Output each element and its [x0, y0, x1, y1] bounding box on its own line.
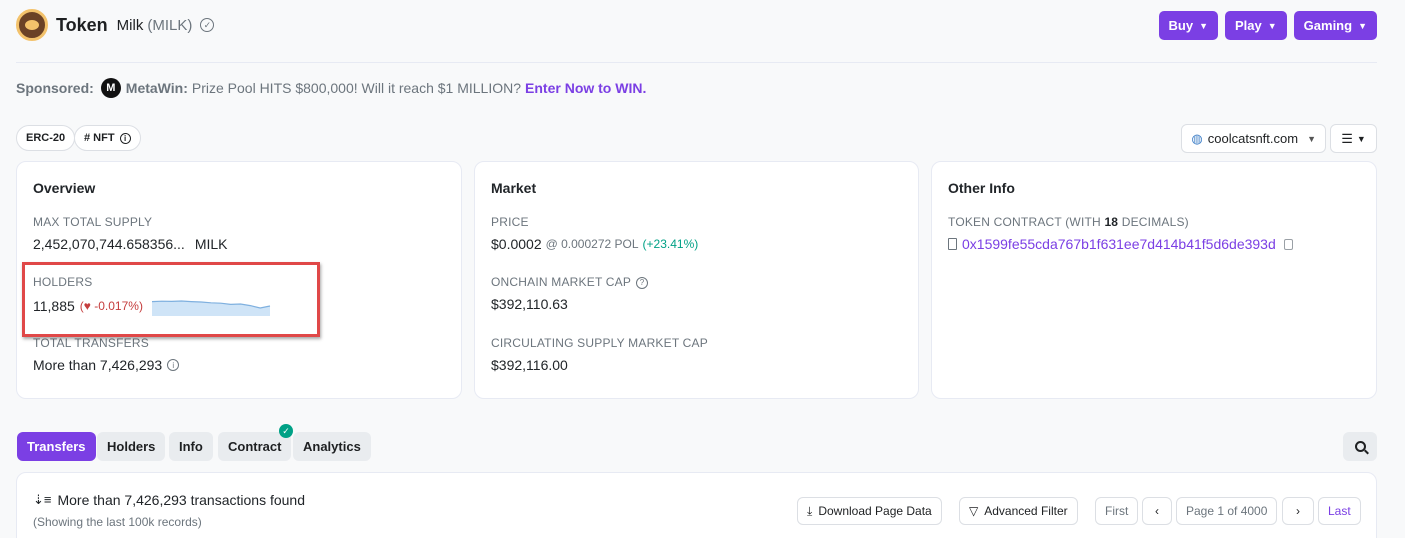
tab-holders[interactable]: Holders [97, 432, 166, 461]
contract-label: TOKEN CONTRACT (WITH 18 DECIMALS) [948, 215, 1189, 229]
last-page-button[interactable]: Last [1318, 497, 1361, 525]
price-value: $0.0002 @ 0.000272 POL (+23.41%) [491, 236, 699, 252]
sort-desc-icon: ⇣≡ [33, 492, 52, 507]
search-button[interactable] [1343, 432, 1377, 461]
market-title: Market [491, 180, 537, 196]
verified-check-icon[interactable]: ✓ [200, 18, 215, 32]
chevron-down-icon: ▼ [1307, 133, 1316, 144]
price-change: (+23.41%) [642, 237, 699, 251]
mcap-label: ONCHAIN MARKET CAP? [491, 275, 649, 289]
page-indicator: Page 1 of 4000 [1176, 497, 1278, 525]
chevron-down-icon: ▼ [1358, 20, 1367, 31]
token-symbol: (MILK) [147, 16, 193, 34]
sponsored-text: Prize Pool HITS $800,000! Will it reach … [191, 80, 522, 96]
top-actions: Buy ▼ Play ▼ Gaming ▼ [1158, 11, 1377, 40]
price-label: PRICE [491, 215, 529, 229]
next-page-button[interactable]: › [1282, 497, 1314, 525]
transactions-subtext: (Showing the last 100k records) [33, 515, 202, 529]
info-icon: i [119, 132, 131, 144]
erc20-chip[interactable]: ERC-20 [16, 125, 76, 151]
chevron-down-icon: ▼ [1356, 133, 1366, 144]
market-card: Market PRICE $0.0002 @ 0.000272 POL (+23… [474, 161, 919, 399]
prev-page-button[interactable]: ‹ [1142, 497, 1172, 525]
page-title: Token [56, 14, 108, 35]
sponsored-label: Sponsored: [16, 80, 94, 96]
info-icon[interactable]: i [167, 359, 180, 371]
nft-chip[interactable]: # NFT i [74, 125, 141, 151]
transfers-value: More than 7,426,293 i [33, 357, 180, 373]
copy-icon[interactable] [1283, 238, 1293, 250]
contract-address-row: 0x1599fe55cda767b1f631ee7d414b41f5d6de39… [948, 236, 1293, 252]
overview-title: Overview [33, 180, 96, 196]
search-icon [1354, 441, 1366, 452]
chevron-right-icon: › [1296, 504, 1300, 518]
tab-analytics[interactable]: Analytics [293, 432, 371, 461]
token-name: Milk [116, 16, 144, 34]
advanced-filter-button[interactable]: ▽ Advanced Filter [959, 497, 1078, 525]
sponsored-banner: Sponsored: M MetaWin: Prize Pool HITS $8… [16, 78, 646, 98]
transactions-count: ⇣≡ More than 7,426,293 transactions foun… [33, 492, 305, 508]
mcap-value: $392,110.63 [491, 296, 568, 312]
token-logo-icon [16, 9, 48, 41]
tab-transfers[interactable]: Transfers [17, 432, 96, 461]
filter-icon: ▽ [969, 504, 979, 518]
transactions-card: ⇣≡ More than 7,426,293 transactions foun… [16, 472, 1377, 538]
verified-check-icon: ✓ [279, 424, 293, 438]
tab-info[interactable]: Info [169, 432, 213, 461]
metawin-logo-icon: M [100, 78, 121, 98]
sponsor-name: MetaWin: [125, 80, 188, 96]
download-page-data-button[interactable]: ⤓ Download Page Data [797, 497, 942, 525]
transfers-label: TOTAL TRANSFERS [33, 336, 149, 350]
highlight-box [22, 262, 320, 337]
checklist-icon: ☰ [1341, 130, 1353, 146]
gaming-button[interactable]: Gaming ▼ [1293, 11, 1377, 40]
circ-mcap-label: CIRCULATING SUPPLY MARKET CAP [491, 336, 708, 350]
other-info-card: Other Info TOKEN CONTRACT (WITH 18 DECIM… [931, 161, 1377, 399]
contract-address-link[interactable]: 0x1599fe55cda767b1f631ee7d414b41f5d6de39… [962, 236, 1276, 252]
sponsored-link[interactable]: Enter Now to WIN. [525, 80, 646, 96]
first-page-button[interactable]: First [1095, 497, 1139, 525]
price-pol: @ 0.000272 POL [545, 237, 639, 251]
page-header: Token Milk (MILK) ✓ [16, 9, 215, 41]
tab-contract[interactable]: Contract [218, 432, 292, 461]
view-options-dropdown[interactable]: ☰ ▼ [1330, 124, 1377, 153]
chevron-left-icon: ‹ [1155, 504, 1159, 518]
max-supply-label: MAX TOTAL SUPPLY [33, 215, 153, 229]
chevron-down-icon: ▼ [1267, 20, 1277, 31]
divider [16, 62, 1377, 63]
buy-button[interactable]: Buy ▼ [1158, 11, 1218, 40]
document-icon [948, 238, 957, 250]
other-info-title: Other Info [948, 180, 1015, 196]
website-dropdown[interactable]: ◍ coolcatsnft.com ▼ [1181, 124, 1326, 153]
globe-icon: ◍ [1191, 130, 1203, 146]
circ-mcap-value: $392,116.00 [491, 357, 568, 373]
play-button[interactable]: Play ▼ [1225, 11, 1287, 40]
chevron-down-icon: ▼ [1199, 20, 1208, 31]
max-supply-unit: MILK [194, 236, 228, 252]
download-icon: ⤓ [807, 503, 813, 518]
max-supply-value: 2,452,070,744.658356... MILK [33, 236, 228, 252]
question-icon[interactable]: ? [636, 276, 649, 289]
